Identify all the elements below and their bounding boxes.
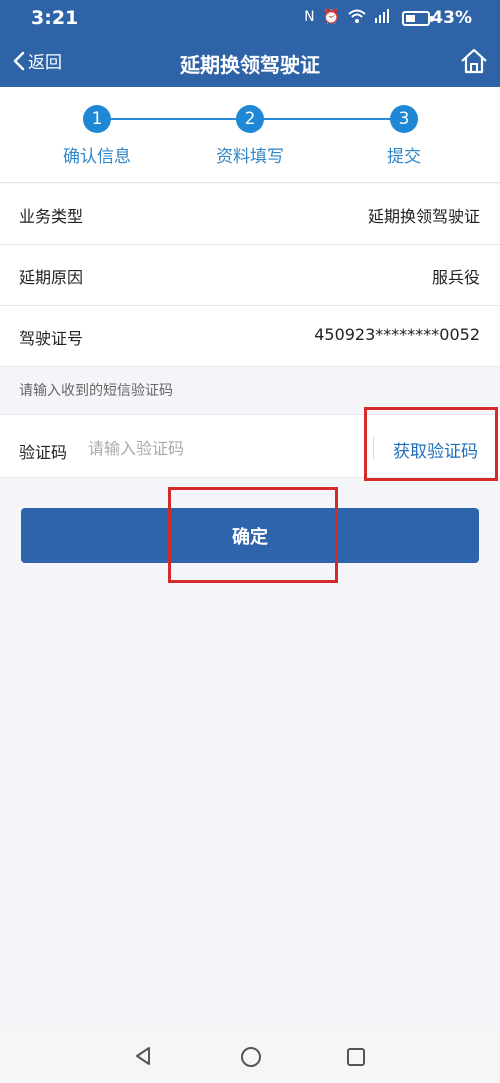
battery-icon [402,11,433,26]
row-label: 驾驶证号 [19,329,84,348]
sms-hint-text: 请输入收到的短信验证码 [19,383,173,399]
get-code-button[interactable]: 获取验证码 [393,437,478,462]
alarm-icon: ⏰ [322,9,340,25]
recents-square-icon[interactable] [346,1047,366,1067]
confirm-button[interactable]: 确定 [21,508,479,563]
row-label: 业务类型 [19,207,84,226]
step-2-label: 资料填写 [216,147,284,167]
back-triangle-icon[interactable] [133,1046,153,1066]
battery-percentage: 43% [431,8,472,28]
verification-code-input[interactable] [88,433,348,463]
row-value: 服兵役 [431,268,480,287]
nfc-icon: N [304,9,315,25]
row-value: 延期换领驾驶证 [367,207,480,226]
divider [373,437,374,459]
row-value: 450923********0052 [314,325,480,344]
step-3-circle: 3 [390,105,418,133]
delay-reason-row: 延期原因 服兵役 [0,245,500,306]
home-circle-icon[interactable] [240,1046,262,1068]
verification-code-row: 验证码 获取验证码 [0,414,500,478]
wifi-icon [348,9,366,23]
step-connector [97,118,250,120]
status-icons: N ⏰ [304,9,390,25]
home-icon[interactable] [458,45,490,77]
status-bar: 3:21 N ⏰ 43% [0,0,500,37]
row-label: 延期原因 [19,268,84,287]
page-title: 延期换领驾驶证 [180,53,320,77]
signal-icon [375,9,389,23]
step-3-label: 提交 [387,147,421,167]
status-time: 3:21 [31,7,79,29]
step-2-circle: 2 [236,105,264,133]
step-connector [250,118,404,120]
step-1-label: 确认信息 [63,147,131,167]
nav-header: 返回 延期换领驾驶证 [0,37,500,87]
code-label: 验证码 [19,443,68,462]
business-type-row: 业务类型 延期换领驾驶证 [0,184,500,245]
battery-level [406,15,415,22]
license-number-row: 驾驶证号 450923********0052 [0,306,500,367]
system-nav-bar [0,1028,500,1083]
progress-stepper: 1 2 3 确认信息 资料填写 提交 [0,87,500,183]
step-1-circle: 1 [83,105,111,133]
